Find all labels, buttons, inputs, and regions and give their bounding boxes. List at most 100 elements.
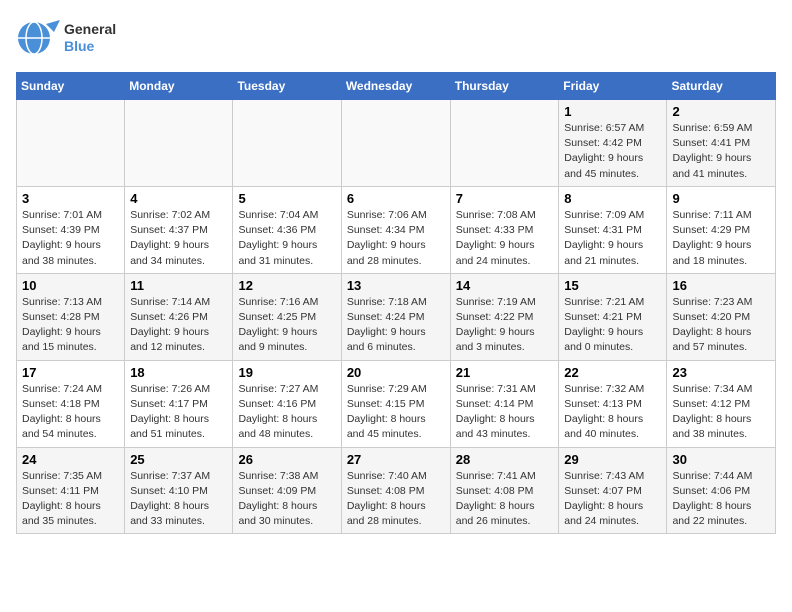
logo: GeneralBlue — [16, 16, 116, 60]
calendar-cell: 29 Sunrise: 7:43 AM Sunset: 4:07 PM Dayli… — [559, 447, 667, 534]
day-number: 4 — [130, 191, 227, 206]
calendar-cell: 9 Sunrise: 7:11 AM Sunset: 4:29 PM Daylig… — [667, 186, 776, 273]
day-number: 16 — [672, 278, 770, 293]
day-number: 3 — [22, 191, 119, 206]
day-number: 13 — [347, 278, 445, 293]
day-info: Sunrise: 7:11 AM Sunset: 4:29 PM Dayligh… — [672, 208, 770, 269]
day-info: Sunrise: 6:57 AM Sunset: 4:42 PM Dayligh… — [564, 121, 661, 182]
day-info: Sunrise: 7:41 AM Sunset: 4:08 PM Dayligh… — [456, 469, 554, 530]
weekday-header-tuesday: Tuesday — [233, 73, 341, 100]
day-number: 21 — [456, 365, 554, 380]
day-info: Sunrise: 7:21 AM Sunset: 4:21 PM Dayligh… — [564, 295, 661, 356]
calendar-cell: 22Sunrise: 7:32 AM Sunset: 4:13 PM Dayli… — [559, 360, 667, 447]
calendar-cell: 14Sunrise: 7:19 AM Sunset: 4:22 PM Dayli… — [450, 273, 559, 360]
calendar-cell: 1 Sunrise: 6:57 AM Sunset: 4:42 PM Daylig… — [559, 100, 667, 187]
calendar-cell: 10 Sunrise: 7:13 AM Sunset: 4:28 PM Dayli… — [17, 273, 125, 360]
day-info: Sunrise: 7:18 AM Sunset: 4:24 PM Dayligh… — [347, 295, 445, 356]
logo-blue: Blue — [64, 38, 116, 55]
weekday-header-wednesday: Wednesday — [341, 73, 450, 100]
day-info: Sunrise: 7:34 AM Sunset: 4:12 PM Dayligh… — [672, 382, 770, 443]
calendar-cell: 17 Sunrise: 7:24 AM Sunset: 4:18 PM Dayli… — [17, 360, 125, 447]
day-number: 9 — [672, 191, 770, 206]
day-number: 20 — [347, 365, 445, 380]
week-row-4: 17 Sunrise: 7:24 AM Sunset: 4:18 PM Dayli… — [17, 360, 776, 447]
calendar-cell: 16 Sunrise: 7:23 AM Sunset: 4:20 PM Dayli… — [667, 273, 776, 360]
day-info: Sunrise: 7:23 AM Sunset: 4:20 PM Dayligh… — [672, 295, 770, 356]
calendar: SundayMondayTuesdayWednesdayThursdayFrid… — [16, 72, 776, 534]
day-info: Sunrise: 7:43 AM Sunset: 4:07 PM Dayligh… — [564, 469, 661, 530]
calendar-cell — [233, 100, 341, 187]
calendar-cell: 26Sunrise: 7:38 AM Sunset: 4:09 PM Dayli… — [233, 447, 341, 534]
day-info: Sunrise: 7:32 AM Sunset: 4:13 PM Dayligh… — [564, 382, 661, 443]
calendar-cell: 15 Sunrise: 7:21 AM Sunset: 4:21 PM Dayli… — [559, 273, 667, 360]
day-info: Sunrise: 7:26 AM Sunset: 4:17 PM Dayligh… — [130, 382, 227, 443]
calendar-cell: 2 Sunrise: 6:59 AM Sunset: 4:41 PM Daylig… — [667, 100, 776, 187]
calendar-cell: 12 Sunrise: 7:16 AM Sunset: 4:25 PM Dayli… — [233, 273, 341, 360]
day-number: 6 — [347, 191, 445, 206]
calendar-cell: 23 Sunrise: 7:34 AM Sunset: 4:12 PM Dayli… — [667, 360, 776, 447]
logo-general: General — [64, 21, 116, 38]
day-number: 30 — [672, 452, 770, 467]
day-number: 29 — [564, 452, 661, 467]
day-info: Sunrise: 7:06 AM Sunset: 4:34 PM Dayligh… — [347, 208, 445, 269]
day-number: 1 — [564, 104, 661, 119]
day-info: Sunrise: 7:38 AM Sunset: 4:09 PM Dayligh… — [238, 469, 335, 530]
calendar-cell: 19 Sunrise: 7:27 AM Sunset: 4:16 PM Dayli… — [233, 360, 341, 447]
day-info: Sunrise: 7:35 AM Sunset: 4:11 PM Dayligh… — [22, 469, 119, 530]
day-info: Sunrise: 7:01 AM Sunset: 4:39 PM Dayligh… — [22, 208, 119, 269]
calendar-cell: 25Sunrise: 7:37 AM Sunset: 4:10 PM Dayli… — [125, 447, 233, 534]
day-info: Sunrise: 7:31 AM Sunset: 4:14 PM Dayligh… — [456, 382, 554, 443]
week-row-5: 24 Sunrise: 7:35 AM Sunset: 4:11 PM Dayli… — [17, 447, 776, 534]
calendar-cell: 7 Sunrise: 7:08 AM Sunset: 4:33 PM Daylig… — [450, 186, 559, 273]
day-info: Sunrise: 7:08 AM Sunset: 4:33 PM Dayligh… — [456, 208, 554, 269]
day-number: 15 — [564, 278, 661, 293]
day-info: Sunrise: 7:24 AM Sunset: 4:18 PM Dayligh… — [22, 382, 119, 443]
calendar-cell: 6 Sunrise: 7:06 AM Sunset: 4:34 PM Daylig… — [341, 186, 450, 273]
day-info: Sunrise: 7:09 AM Sunset: 4:31 PM Dayligh… — [564, 208, 661, 269]
day-info: Sunrise: 7:19 AM Sunset: 4:22 PM Dayligh… — [456, 295, 554, 356]
calendar-cell: 8 Sunrise: 7:09 AM Sunset: 4:31 PM Daylig… — [559, 186, 667, 273]
calendar-cell: 20 Sunrise: 7:29 AM Sunset: 4:15 PM Dayli… — [341, 360, 450, 447]
weekday-header-monday: Monday — [125, 73, 233, 100]
day-info: Sunrise: 7:40 AM Sunset: 4:08 PM Dayligh… — [347, 469, 445, 530]
weekday-header-sunday: Sunday — [17, 73, 125, 100]
page-header: GeneralBlue — [16, 16, 776, 60]
calendar-cell: 28Sunrise: 7:41 AM Sunset: 4:08 PM Dayli… — [450, 447, 559, 534]
calendar-cell: 21 Sunrise: 7:31 AM Sunset: 4:14 PM Dayli… — [450, 360, 559, 447]
day-info: Sunrise: 7:14 AM Sunset: 4:26 PM Dayligh… — [130, 295, 227, 356]
day-info: Sunrise: 7:37 AM Sunset: 4:10 PM Dayligh… — [130, 469, 227, 530]
day-number: 27 — [347, 452, 445, 467]
calendar-cell: 11 Sunrise: 7:14 AM Sunset: 4:26 PM Dayli… — [125, 273, 233, 360]
day-number: 5 — [238, 191, 335, 206]
day-number: 24 — [22, 452, 119, 467]
calendar-cell — [17, 100, 125, 187]
weekday-header-row: SundayMondayTuesdayWednesdayThursdayFrid… — [17, 73, 776, 100]
day-info: Sunrise: 6:59 AM Sunset: 4:41 PM Dayligh… — [672, 121, 770, 182]
calendar-cell: 30 Sunrise: 7:44 AM Sunset: 4:06 PM Dayli… — [667, 447, 776, 534]
day-number: 10 — [22, 278, 119, 293]
calendar-cell: 24 Sunrise: 7:35 AM Sunset: 4:11 PM Dayli… — [17, 447, 125, 534]
day-number: 23 — [672, 365, 770, 380]
day-number: 19 — [238, 365, 335, 380]
calendar-cell — [125, 100, 233, 187]
calendar-cell: 18Sunrise: 7:26 AM Sunset: 4:17 PM Dayli… — [125, 360, 233, 447]
calendar-cell: 27 Sunrise: 7:40 AM Sunset: 4:08 PM Dayli… — [341, 447, 450, 534]
day-info: Sunrise: 7:16 AM Sunset: 4:25 PM Dayligh… — [238, 295, 335, 356]
day-number: 17 — [22, 365, 119, 380]
day-info: Sunrise: 7:29 AM Sunset: 4:15 PM Dayligh… — [347, 382, 445, 443]
day-number: 7 — [456, 191, 554, 206]
day-info: Sunrise: 7:02 AM Sunset: 4:37 PM Dayligh… — [130, 208, 227, 269]
day-number: 2 — [672, 104, 770, 119]
week-row-3: 10 Sunrise: 7:13 AM Sunset: 4:28 PM Dayli… — [17, 273, 776, 360]
day-number: 8 — [564, 191, 661, 206]
day-info: Sunrise: 7:44 AM Sunset: 4:06 PM Dayligh… — [672, 469, 770, 530]
calendar-cell: 5 Sunrise: 7:04 AM Sunset: 4:36 PM Daylig… — [233, 186, 341, 273]
day-number: 11 — [130, 278, 227, 293]
calendar-cell — [341, 100, 450, 187]
day-number: 12 — [238, 278, 335, 293]
day-info: Sunrise: 7:13 AM Sunset: 4:28 PM Dayligh… — [22, 295, 119, 356]
day-info: Sunrise: 7:27 AM Sunset: 4:16 PM Dayligh… — [238, 382, 335, 443]
calendar-cell: 4 Sunrise: 7:02 AM Sunset: 4:37 PM Daylig… — [125, 186, 233, 273]
calendar-cell: 3 Sunrise: 7:01 AM Sunset: 4:39 PM Daylig… — [17, 186, 125, 273]
day-info: Sunrise: 7:04 AM Sunset: 4:36 PM Dayligh… — [238, 208, 335, 269]
